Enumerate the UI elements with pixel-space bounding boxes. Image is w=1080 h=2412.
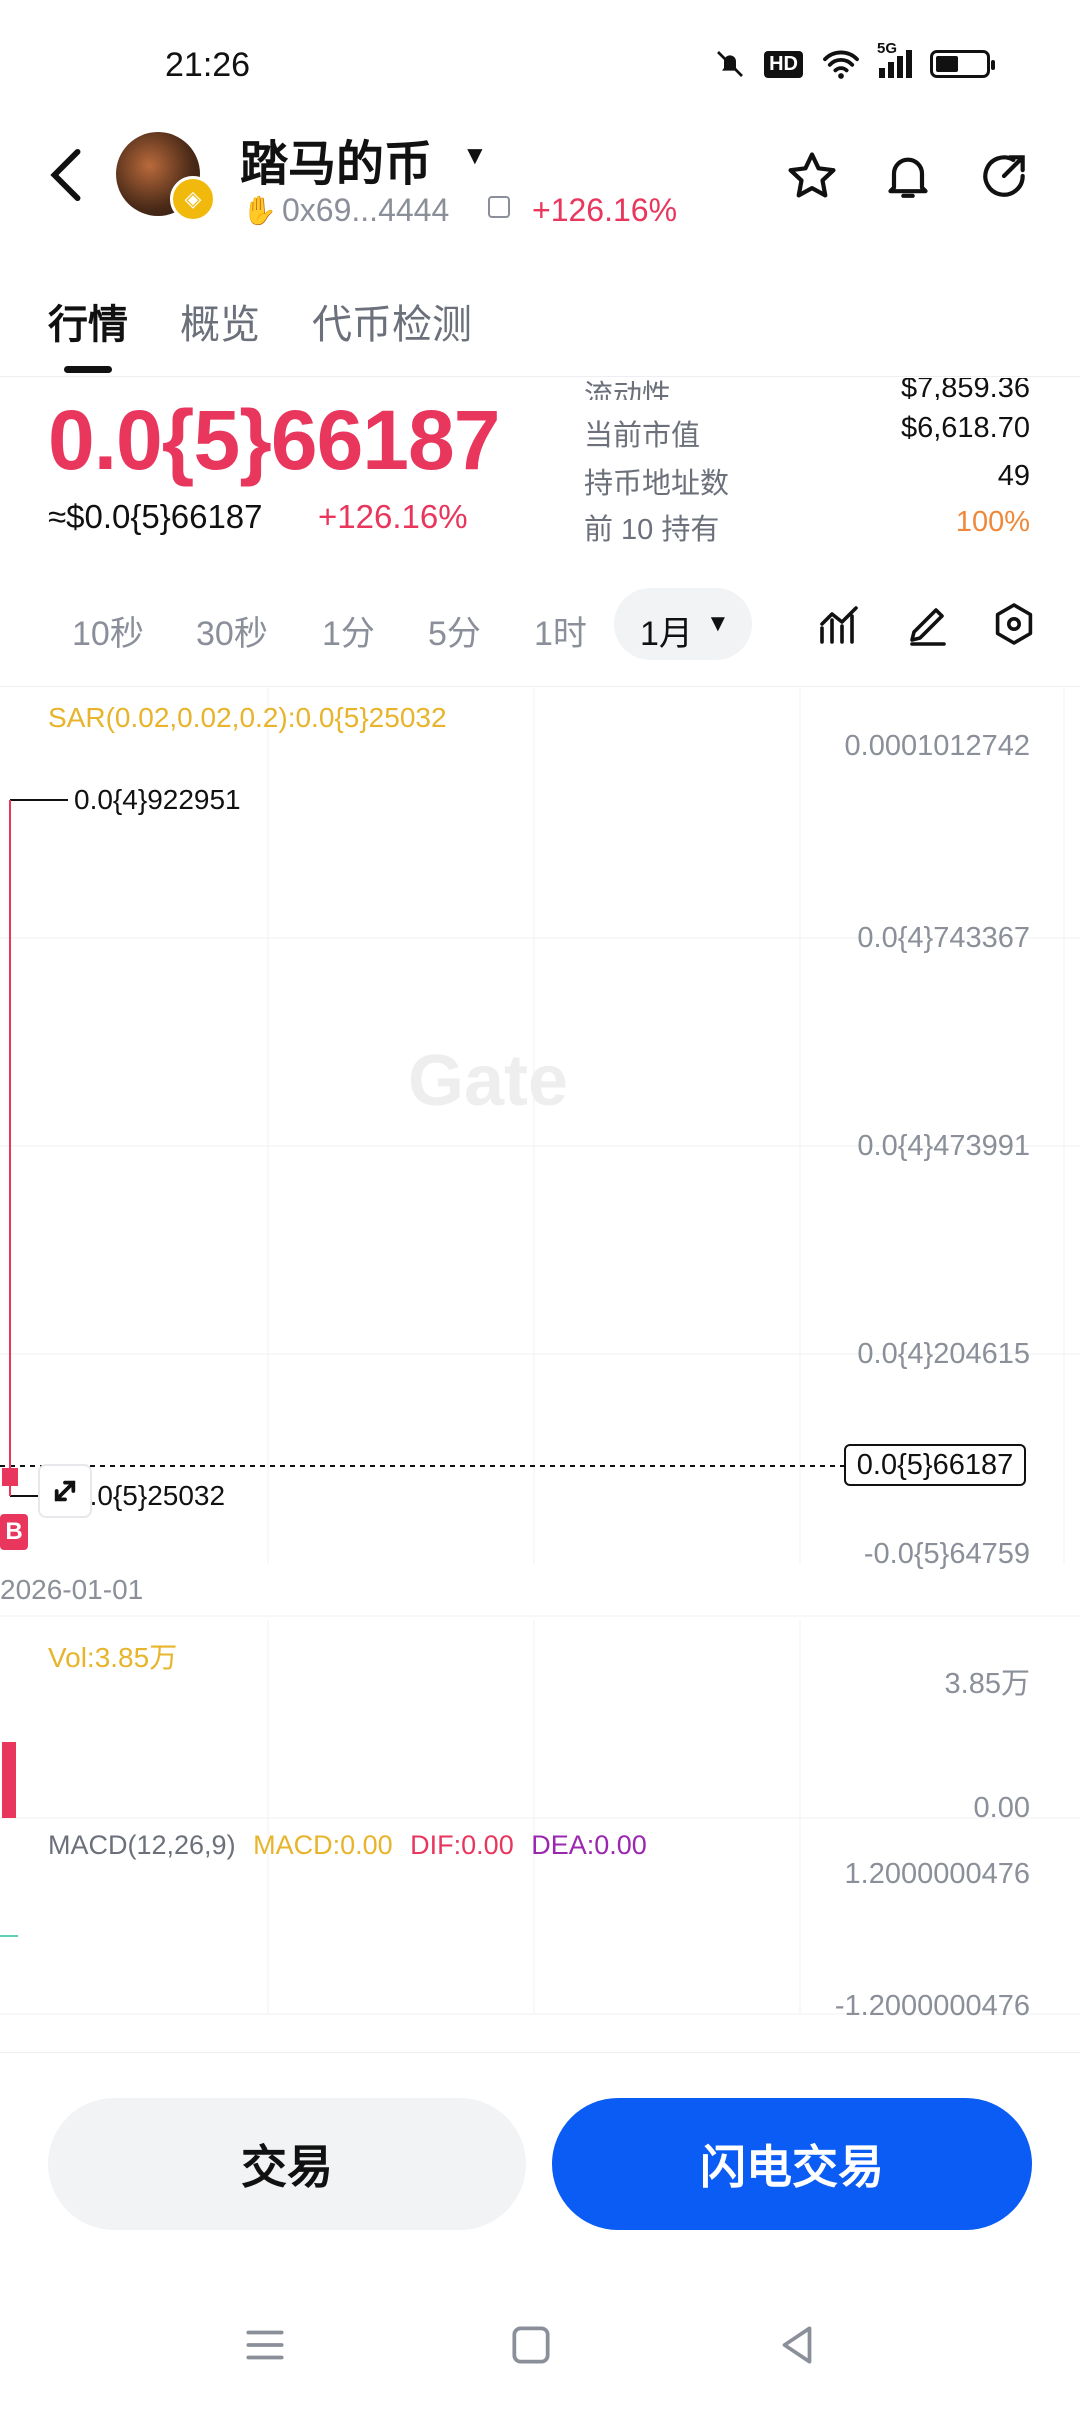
interval-30s[interactable]: 30秒 bbox=[196, 606, 268, 655]
price-usd: ≈$0.0{5}66187 bbox=[48, 498, 263, 535]
divider bbox=[0, 686, 1080, 687]
battery-icon bbox=[930, 50, 995, 78]
tab-market[interactable]: 行情 bbox=[48, 292, 128, 350]
bell-icon[interactable] bbox=[880, 148, 936, 204]
interval-1h[interactable]: 1时 bbox=[534, 606, 587, 655]
star-icon[interactable] bbox=[784, 148, 840, 204]
hand-icon: ✋ bbox=[242, 195, 277, 226]
y-tick: 0.0{4}204615 bbox=[857, 1338, 1030, 1370]
network-type: 5G bbox=[877, 40, 898, 57]
gate-watermark: Gate bbox=[408, 1041, 569, 1121]
macd-legend: MACD(12,26,9) MACD:0.00 DIF:0.00 DEA:0.0… bbox=[48, 1830, 647, 1861]
menu-icon[interactable] bbox=[240, 2320, 290, 2370]
back-button[interactable] bbox=[46, 148, 86, 202]
price-main: 0.0{5}66187 bbox=[48, 393, 500, 487]
hd-badge: HD bbox=[764, 50, 803, 78]
stats-clip: 流动性 $7,859.36 bbox=[0, 378, 1080, 400]
interval-1m[interactable]: 1分 bbox=[322, 606, 375, 655]
y-tick: 0.0{4}743367 bbox=[857, 922, 1030, 954]
bnb-chain-icon: ◈ bbox=[170, 176, 216, 222]
stat-label-holders: 持币地址数 bbox=[584, 468, 730, 500]
dea-value: DEA:0.00 bbox=[531, 1830, 647, 1860]
macd-title: MACD(12,26,9) bbox=[48, 1830, 236, 1860]
divider bbox=[0, 376, 1080, 377]
dif-value: DIF:0.00 bbox=[410, 1830, 514, 1860]
y-tick: 0.0{4}473991 bbox=[857, 1130, 1030, 1162]
stat-value-market-cap: $6,618.70 bbox=[900, 412, 1030, 444]
volume-bar bbox=[2, 1742, 16, 1818]
y-tick: 0.0001012742 bbox=[844, 730, 1030, 762]
flash-trade-button[interactable]: 闪电交易 bbox=[552, 2098, 1032, 2230]
stat-label-top10: 前 10 持有 bbox=[584, 514, 720, 546]
interval-selected-label: 1月 bbox=[640, 615, 693, 653]
high-price-label: 0.0{4}922951 bbox=[74, 784, 241, 815]
x-axis-date: 2026-01-01 bbox=[0, 1574, 144, 1605]
token-address: 0x69...4444 bbox=[282, 192, 450, 228]
current-price-tag: 0.0{5}66187 bbox=[844, 1444, 1026, 1486]
chevron-down-icon[interactable]: ▼ bbox=[462, 140, 488, 171]
tab-overview[interactable]: 概览 bbox=[180, 292, 260, 350]
trade-button[interactable]: 交易 bbox=[48, 2098, 526, 2230]
share-icon[interactable] bbox=[976, 148, 1032, 204]
status-icons: HD 5G bbox=[714, 40, 995, 80]
buy-marker: B bbox=[0, 1514, 28, 1550]
volume-label: Vol:3.85万 bbox=[48, 1642, 178, 1673]
stat-value-holders: 49 bbox=[997, 460, 1030, 492]
signal-icon: 5G bbox=[877, 40, 912, 78]
expand-icon[interactable] bbox=[38, 1464, 92, 1518]
back-nav-icon[interactable] bbox=[772, 2320, 822, 2370]
price-change: +126.16% bbox=[318, 498, 468, 535]
macd-value: MACD:0.00 bbox=[253, 1830, 393, 1860]
stat-value-liquidity: $7,859.36 bbox=[900, 378, 1030, 400]
macd-y-tick: 1.2000000476 bbox=[844, 1858, 1030, 1890]
chevron-down-icon: ▼ bbox=[706, 610, 730, 637]
stat-value-top10: 100% bbox=[955, 506, 1030, 538]
header-change: +126.16% bbox=[532, 192, 678, 228]
mute-bell-icon bbox=[717, 51, 744, 77]
volume-y-tick: 0.00 bbox=[973, 1792, 1030, 1824]
stat-label-liquidity: 流动性 bbox=[584, 380, 672, 400]
stat-label-market-cap: 当前市值 bbox=[584, 420, 701, 452]
interval-5m[interactable]: 5分 bbox=[428, 606, 481, 655]
tab-indicator bbox=[64, 366, 112, 373]
indicator-icon[interactable] bbox=[816, 600, 864, 648]
sar-indicator-label: SAR(0.02,0.02,0.2):0.0{5}25032 bbox=[48, 702, 447, 733]
interval-10s[interactable]: 10秒 bbox=[72, 606, 144, 655]
home-icon[interactable] bbox=[506, 2320, 556, 2370]
volume-y-tick: 3.85万 bbox=[944, 1668, 1030, 1700]
wifi-icon bbox=[823, 50, 859, 79]
pencil-icon[interactable] bbox=[904, 600, 952, 648]
tab-token-check[interactable]: 代币检测 bbox=[312, 292, 472, 350]
token-name[interactable]: 踏马的币 bbox=[240, 124, 432, 194]
y-tick: -0.0{5}64759 bbox=[863, 1538, 1030, 1570]
settings-hexagon-icon[interactable] bbox=[990, 600, 1038, 648]
status-time: 21:26 bbox=[165, 46, 251, 84]
macd-y-tick: -1.2000000476 bbox=[834, 1990, 1030, 2022]
divider bbox=[0, 2052, 1080, 2053]
copy-icon[interactable] bbox=[488, 196, 510, 218]
low-price-label: 0.0{5}25032 bbox=[74, 1480, 226, 1511]
candle-body bbox=[2, 1468, 18, 1486]
